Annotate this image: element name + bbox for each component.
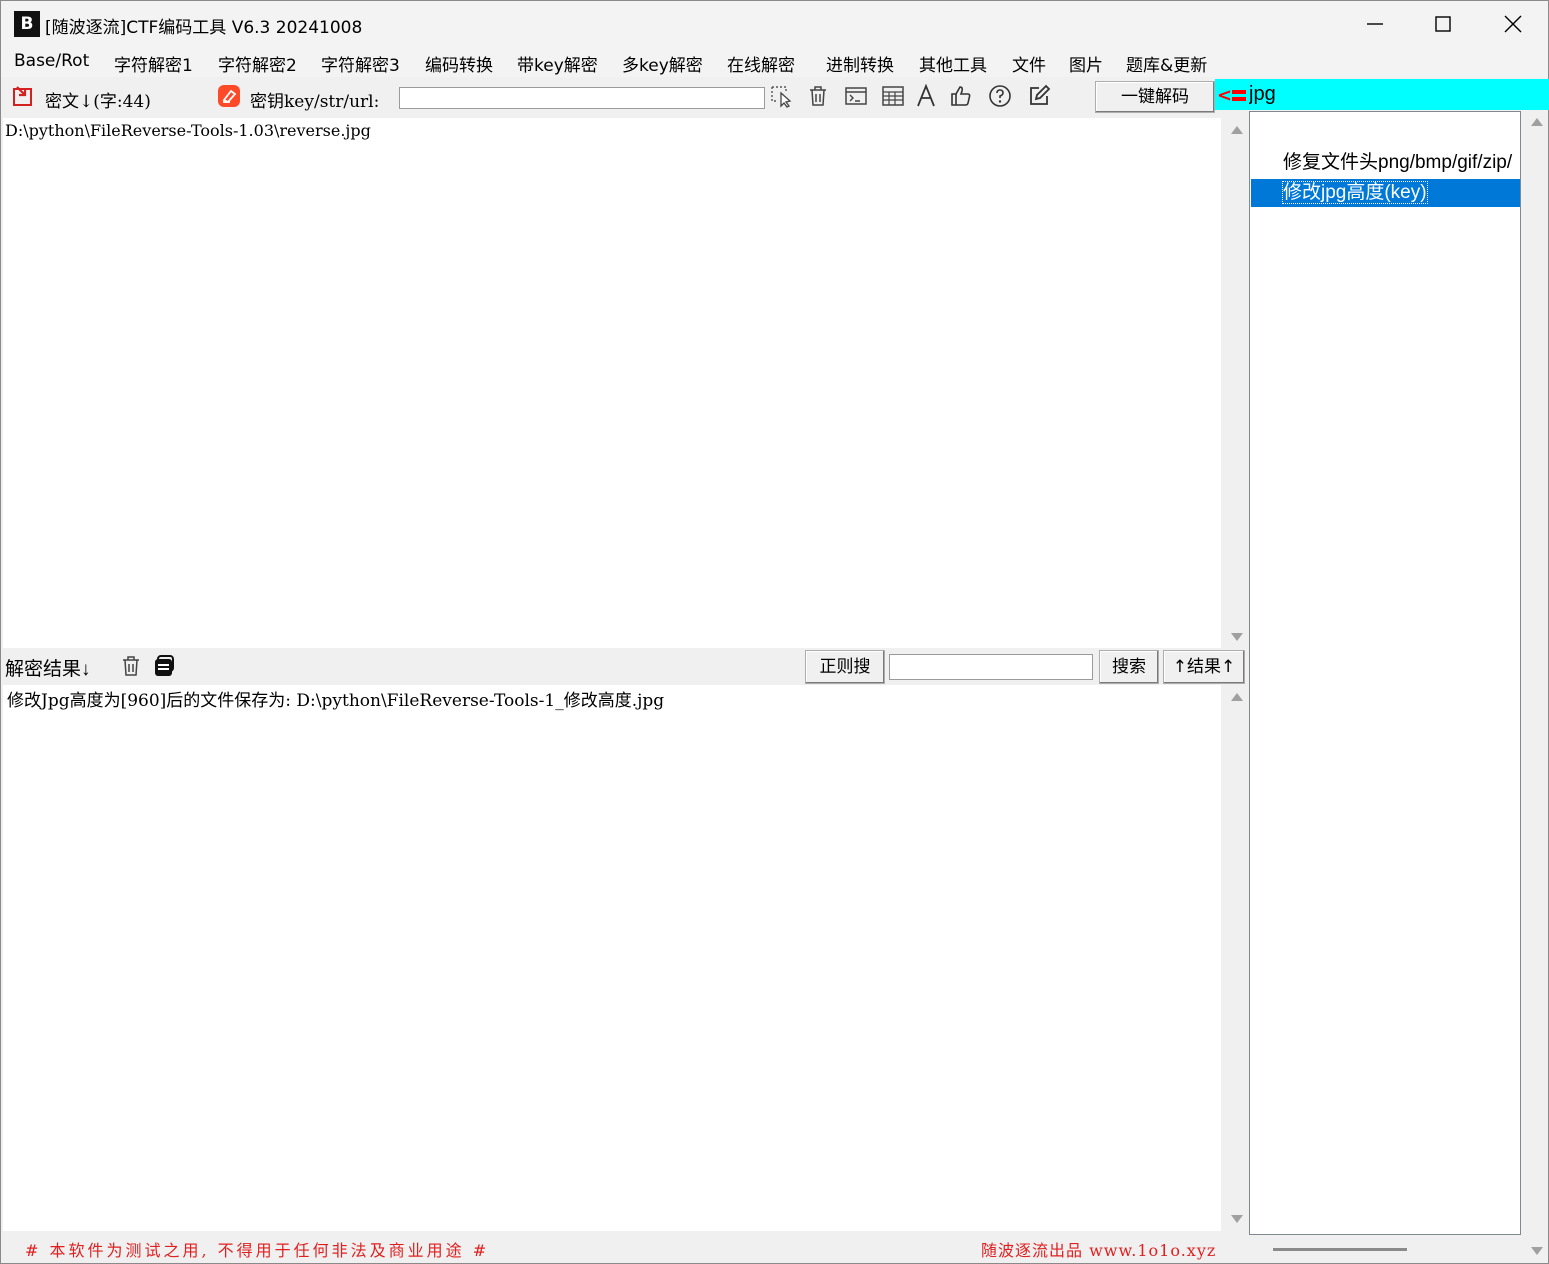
thumbs-up-icon xyxy=(951,86,971,106)
close-icon xyxy=(1504,15,1522,33)
clear-cipher-button[interactable] xyxy=(806,84,830,108)
menu-char-decrypt-3[interactable]: 字符解密3 xyxy=(321,51,400,76)
list-item-label: 修复文件头png/bmp/gif/zip/ xyxy=(1283,152,1513,173)
key-eraser-button[interactable] xyxy=(217,84,241,108)
maximize-button[interactable] xyxy=(1409,1,1477,47)
one-click-decode-button[interactable]: 一键解码 xyxy=(1095,81,1215,113)
scroll-down-icon[interactable] xyxy=(1231,1215,1243,1223)
menu-base-convert[interactable]: 进制转换 xyxy=(826,51,894,76)
scroll-up-icon[interactable] xyxy=(1231,126,1243,134)
menu-char-decrypt-2[interactable]: 字符解密2 xyxy=(218,51,297,76)
plugin-list[interactable]: 修复文件头png/bmp/gif/zip/ 修改jpg高度(key) xyxy=(1249,111,1521,1235)
result-scrollbar[interactable] xyxy=(1225,685,1247,1231)
scroll-up-icon[interactable] xyxy=(1531,118,1543,126)
key-input[interactable] xyxy=(399,87,765,109)
edit-icon xyxy=(1030,84,1051,105)
table-button[interactable] xyxy=(881,84,905,108)
result-textarea[interactable]: 修改Jpg高度为[960]后的文件保存为: D:\python\FileReve… xyxy=(3,685,1221,1231)
app-logo-icon: B xyxy=(14,11,40,37)
edit-button[interactable] xyxy=(1027,84,1051,108)
app-window: B [随波逐流]CTF编码工具 V6.3 20241008 Base/Rot 字… xyxy=(0,0,1549,1264)
regex-search-button[interactable]: 正则搜 xyxy=(805,650,885,684)
scroll-down-icon[interactable] xyxy=(1231,633,1243,641)
menu-base-rot[interactable]: Base/Rot xyxy=(14,51,89,71)
copy-result-button[interactable] xyxy=(152,654,176,678)
maximize-icon xyxy=(1435,16,1451,32)
list-item-modify-jpg-height[interactable]: 修改jpg高度(key) xyxy=(1251,179,1520,207)
close-button[interactable] xyxy=(1479,1,1547,47)
scroll-down-icon[interactable] xyxy=(1531,1247,1543,1255)
table-icon xyxy=(882,86,904,106)
list-item-repair-header[interactable]: 修复文件头png/bmp/gif/zip/ xyxy=(1251,149,1520,177)
footer-disclaimer: # 本软件为测试之用, 不得用于任何非法及商业用途 # xyxy=(25,1241,490,1260)
font-button[interactable] xyxy=(914,83,938,108)
help-icon xyxy=(989,85,1011,107)
import-icon xyxy=(13,86,32,106)
result-text: 修改Jpg高度为[960]后的文件保存为: D:\python\FileReve… xyxy=(7,691,665,711)
menu-bar: Base/Rot 字符解密1 字符解密2 字符解密3 编码转换 带key解密 多… xyxy=(1,47,1548,77)
minimize-button[interactable] xyxy=(1341,1,1409,47)
menu-key-decrypt[interactable]: 带key解密 xyxy=(517,51,598,76)
search-button[interactable]: 搜索 xyxy=(1099,650,1159,684)
trash-icon xyxy=(123,656,139,676)
list-scrollbar[interactable] xyxy=(1525,111,1547,1261)
menu-online-decrypt[interactable]: 在线解密 xyxy=(727,51,795,76)
terminal-icon xyxy=(845,87,867,105)
cipher-scrollbar[interactable] xyxy=(1225,118,1247,648)
trash-icon xyxy=(810,86,826,106)
like-button[interactable] xyxy=(949,84,973,108)
footer-credit[interactable]: 随波逐流出品 www.1o1o.xyz xyxy=(981,1237,1216,1261)
eraser-icon xyxy=(218,85,240,107)
menu-char-decrypt-1[interactable]: 字符解密1 xyxy=(114,51,193,76)
menu-library-update[interactable]: 题库&更新 xyxy=(1126,51,1207,76)
help-button[interactable] xyxy=(988,84,1012,108)
select-icon xyxy=(771,86,792,108)
select-button[interactable] xyxy=(769,84,793,108)
search-input[interactable] xyxy=(889,654,1093,680)
window-title: [随波逐流]CTF编码工具 V6.3 20241008 xyxy=(45,18,363,38)
menu-image[interactable]: 图片 xyxy=(1069,51,1103,76)
import-button[interactable] xyxy=(11,84,35,108)
key-label: 密钥key/str/url: xyxy=(250,92,380,112)
clear-result-button[interactable] xyxy=(119,654,143,678)
menu-other-tools[interactable]: 其他工具 xyxy=(919,51,987,76)
list-item-label: 修改jpg高度(key) xyxy=(1282,181,1428,204)
font-icon xyxy=(917,83,935,107)
copy-icon xyxy=(155,655,174,676)
filter-arrow-icon xyxy=(1232,90,1246,101)
filter-arrow: < xyxy=(1217,85,1233,106)
terminal-button[interactable] xyxy=(844,84,868,108)
cipher-text: D:\python\FileReverse-Tools-1.03\reverse… xyxy=(5,121,371,140)
title-bar: B [随波逐流]CTF编码工具 V6.3 20241008 xyxy=(1,1,1548,47)
list-hscroll-thumb[interactable] xyxy=(1273,1248,1407,1251)
menu-file[interactable]: 文件 xyxy=(1012,51,1046,76)
menu-encoding-convert[interactable]: 编码转换 xyxy=(425,51,493,76)
cipher-label: 密文↓(字:44) xyxy=(45,92,151,112)
menu-multikey-decrypt[interactable]: 多key解密 xyxy=(622,51,703,76)
scroll-up-icon[interactable] xyxy=(1231,693,1243,701)
result-label: 解密结果↓ xyxy=(5,659,91,680)
filter-input[interactable] xyxy=(1249,81,1549,107)
cipher-textarea[interactable]: D:\python\FileReverse-Tools-1.03\reverse… xyxy=(3,118,1221,648)
result-to-cipher-button[interactable]: ↑结果↑ xyxy=(1163,650,1245,684)
minimize-icon xyxy=(1367,23,1383,25)
